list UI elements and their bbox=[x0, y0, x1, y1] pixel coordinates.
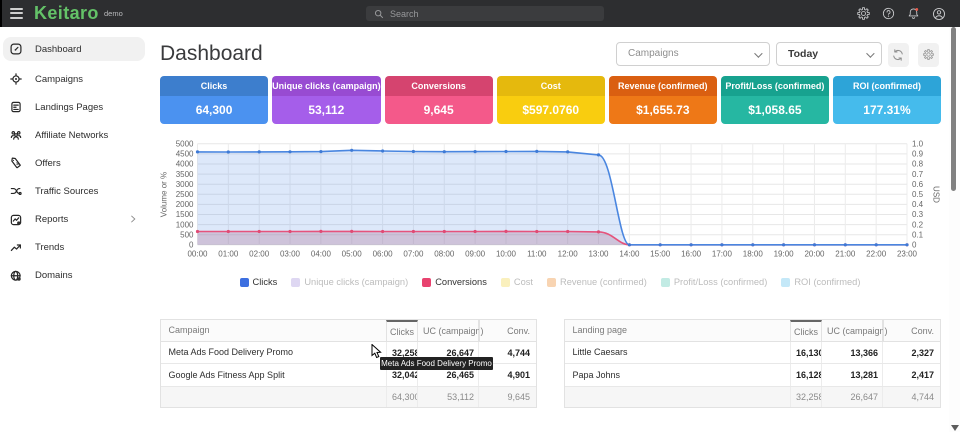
svg-text:1500: 1500 bbox=[176, 210, 194, 219]
svg-text:1000: 1000 bbox=[176, 220, 194, 229]
svg-text:0.9: 0.9 bbox=[912, 150, 924, 159]
svg-text:USD: USD bbox=[932, 186, 941, 203]
svg-text:3500: 3500 bbox=[176, 170, 194, 179]
svg-text:06:00: 06:00 bbox=[373, 250, 394, 259]
svg-text:08:00: 08:00 bbox=[434, 250, 455, 259]
svg-text:23:00: 23:00 bbox=[897, 250, 918, 259]
svg-text:Volume or %: Volume or % bbox=[160, 172, 169, 217]
svg-text:20:00: 20:00 bbox=[804, 250, 825, 259]
svg-text:0: 0 bbox=[912, 241, 917, 250]
svg-text:05:00: 05:00 bbox=[342, 250, 363, 259]
svg-text:1.0: 1.0 bbox=[912, 140, 924, 149]
svg-text:18:00: 18:00 bbox=[743, 250, 764, 259]
svg-text:4500: 4500 bbox=[176, 150, 194, 159]
svg-text:14:00: 14:00 bbox=[619, 250, 640, 259]
svg-text:0.3: 0.3 bbox=[912, 210, 924, 219]
svg-text:00:00: 00:00 bbox=[187, 250, 208, 259]
svg-text:4000: 4000 bbox=[176, 160, 194, 169]
svg-text:11:00: 11:00 bbox=[527, 250, 547, 259]
svg-text:500: 500 bbox=[180, 230, 194, 239]
svg-text:3000: 3000 bbox=[176, 180, 194, 189]
svg-text:09:00: 09:00 bbox=[465, 250, 486, 259]
svg-text:04:00: 04:00 bbox=[311, 250, 332, 259]
svg-text:2500: 2500 bbox=[176, 190, 194, 199]
svg-text:22:00: 22:00 bbox=[866, 250, 887, 259]
svg-text:15:00: 15:00 bbox=[650, 250, 671, 259]
svg-text:10:00: 10:00 bbox=[496, 250, 517, 259]
svg-text:13:00: 13:00 bbox=[588, 250, 609, 259]
svg-text:5000: 5000 bbox=[176, 140, 194, 149]
svg-text:03:00: 03:00 bbox=[280, 250, 301, 259]
svg-text:0.4: 0.4 bbox=[912, 200, 924, 209]
svg-text:2000: 2000 bbox=[176, 200, 194, 209]
svg-text:02:00: 02:00 bbox=[249, 250, 270, 259]
svg-text:0.6: 0.6 bbox=[912, 180, 924, 189]
svg-text:12:00: 12:00 bbox=[558, 250, 579, 259]
svg-text:0.2: 0.2 bbox=[912, 220, 924, 229]
svg-text:16:00: 16:00 bbox=[681, 250, 702, 259]
svg-text:19:00: 19:00 bbox=[774, 250, 795, 259]
svg-text:0.7: 0.7 bbox=[912, 170, 924, 179]
svg-text:17:00: 17:00 bbox=[712, 250, 733, 259]
svg-text:21:00: 21:00 bbox=[835, 250, 856, 259]
svg-text:07:00: 07:00 bbox=[403, 250, 424, 259]
svg-text:0.5: 0.5 bbox=[912, 190, 924, 199]
svg-text:0.1: 0.1 bbox=[912, 230, 924, 239]
svg-text:0: 0 bbox=[189, 241, 194, 250]
svg-text:01:00: 01:00 bbox=[218, 250, 239, 259]
svg-text:0.8: 0.8 bbox=[912, 160, 924, 169]
